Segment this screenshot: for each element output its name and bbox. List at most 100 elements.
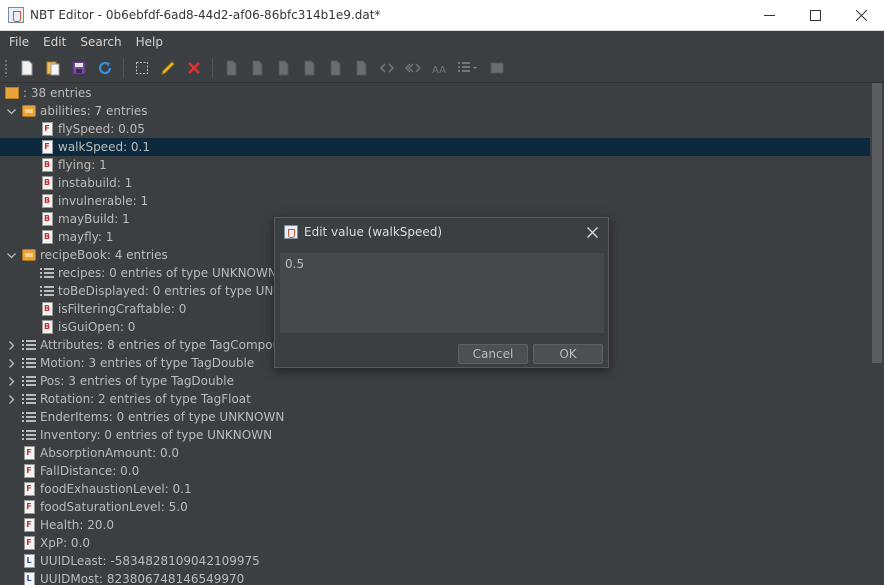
refresh-button[interactable] — [92, 56, 118, 80]
tag-string-icon: AA — [432, 65, 446, 76]
add-list-tag-button[interactable] — [452, 56, 484, 80]
tag-list-icon — [458, 62, 477, 72]
tree-row-label: Attributes: 8 entries of type TagCompoun… — [40, 338, 296, 352]
save-button[interactable] — [66, 56, 92, 80]
ok-button[interactable]: OK — [533, 344, 603, 364]
tree-row-label: invulnerable: 1 — [58, 194, 149, 208]
open-file-icon — [46, 61, 60, 76]
list-tag-icon — [22, 392, 36, 407]
byte-tag-icon: B — [40, 230, 54, 245]
tree-row[interactable]: FwalkSpeed: 0.1 — [0, 138, 870, 156]
menu-file[interactable]: File — [2, 31, 36, 54]
vertical-scrollbar[interactable] — [870, 83, 884, 585]
window-controls — [746, 0, 884, 30]
tree-row[interactable]: FfoodSaturationLevel: 5.0 — [0, 498, 870, 516]
tree-row-label: UUIDMost: 823806748146549970 — [40, 572, 245, 585]
toolbar-separator — [123, 58, 124, 78]
collapse-arrow-icon[interactable] — [5, 393, 17, 405]
tree-row[interactable]: abilities: 7 entries — [0, 102, 870, 120]
cancel-button[interactable]: Cancel — [458, 344, 528, 364]
float-tag-icon: F — [22, 500, 36, 515]
add-int-tag-button[interactable] — [270, 56, 296, 80]
collapse-arrow-icon[interactable] — [5, 339, 17, 351]
tree-row-label: flySpeed: 0.05 — [58, 122, 145, 136]
tree-row-label: FallDistance: 0.0 — [40, 464, 140, 478]
toolbar-grip[interactable] — [4, 59, 8, 77]
tag-intarray-icon — [405, 63, 421, 73]
add-string-tag-button[interactable]: AA — [426, 56, 452, 80]
tree-row[interactable]: Pos: 3 entries of type TagDouble — [0, 372, 870, 390]
float-tag-icon: F — [40, 122, 54, 137]
tree-row-label: abilities: 7 entries — [40, 104, 148, 118]
dialog-close-button[interactable] — [584, 224, 600, 240]
tree-row-label: mayBuild: 1 — [58, 212, 130, 226]
list-tag-icon — [22, 428, 36, 443]
tree-row[interactable]: L UUIDLeast: -5834828109042109975 — [0, 552, 870, 570]
add-double-tag-button[interactable] — [348, 56, 374, 80]
float-tag-icon: F — [22, 464, 36, 479]
tree-row[interactable]: F AbsorptionAmount: 0.0 — [0, 444, 870, 462]
tree-row-label: foodSaturationLevel: 5.0 — [40, 500, 188, 514]
expand-arrow-icon[interactable] — [5, 105, 17, 117]
select-button[interactable] — [129, 56, 155, 80]
close-button[interactable] — [838, 0, 884, 30]
compound-root-icon — [5, 86, 19, 101]
delete-button[interactable] — [181, 56, 207, 80]
tree-row[interactable]: FfoodExhaustionLevel: 0.1 — [0, 480, 870, 498]
tag-array-icon — [379, 63, 395, 73]
menu-help[interactable]: Help — [129, 31, 170, 54]
dialog-titlebar: Edit value (walkSpeed) — [275, 218, 608, 246]
compound-tag-icon — [22, 104, 36, 119]
tree-row[interactable]: FflySpeed: 0.05 — [0, 120, 870, 138]
tree-row-label: isFilteringCraftable: 0 — [58, 302, 187, 316]
byte-tag-icon: B — [40, 194, 54, 209]
edit-button[interactable] — [155, 56, 181, 80]
add-long-tag-button[interactable] — [296, 56, 322, 80]
add-compound-tag-button[interactable] — [484, 56, 510, 80]
open-file-button[interactable] — [40, 56, 66, 80]
menu-edit[interactable]: Edit — [36, 31, 73, 54]
tree-row[interactable]: Binstabuild: 1 — [0, 174, 870, 192]
tree-row-label: Inventory: 0 entries of type UNKNOWN — [40, 428, 273, 442]
add-float-tag-button[interactable] — [322, 56, 348, 80]
menu-search[interactable]: Search — [73, 31, 128, 54]
tree-row[interactable]: Bflying: 1 — [0, 156, 870, 174]
tree-row[interactable]: L UUIDMost: 823806748146549970 — [0, 570, 870, 585]
value-input[interactable] — [280, 253, 604, 333]
add-array-tag-button[interactable] — [374, 56, 400, 80]
list-tag-icon — [22, 338, 36, 353]
minimize-button[interactable] — [746, 0, 792, 30]
edit-icon — [161, 61, 175, 75]
float-tag-icon: F — [22, 518, 36, 533]
java-app-icon — [284, 225, 298, 239]
collapse-arrow-icon[interactable] — [5, 357, 17, 369]
tree-row[interactable]: EnderItems: 0 entries of type UNKNOWN — [0, 408, 870, 426]
maximize-button[interactable] — [792, 0, 838, 30]
expand-arrow-icon[interactable] — [5, 249, 17, 261]
tree-row[interactable]: Rotation: 2 entries of type TagFloat — [0, 390, 870, 408]
add-byte-tag-button[interactable] — [218, 56, 244, 80]
add-short-tag-button[interactable] — [244, 56, 270, 80]
compound-tag-icon — [22, 248, 36, 263]
new-file-button[interactable] — [14, 56, 40, 80]
tree-row[interactable]: F XpP: 0.0 — [0, 534, 870, 552]
tree-row[interactable]: : 38 entries — [0, 84, 870, 102]
refresh-icon — [98, 61, 112, 75]
scrollbar-thumb[interactable] — [872, 83, 882, 363]
tree-row[interactable]: Inventory: 0 entries of type UNKNOWN — [0, 426, 870, 444]
tree-row[interactable]: F Health: 20.0 — [0, 516, 870, 534]
menubar: File Edit Search Help — [0, 31, 884, 54]
tree-row[interactable]: Binvulnerable: 1 — [0, 192, 870, 210]
save-icon — [72, 61, 86, 75]
tree-row[interactable]: F FallDistance: 0.0 — [0, 462, 870, 480]
collapse-arrow-icon[interactable] — [5, 375, 17, 387]
add-intarray-tag-button[interactable] — [400, 56, 426, 80]
